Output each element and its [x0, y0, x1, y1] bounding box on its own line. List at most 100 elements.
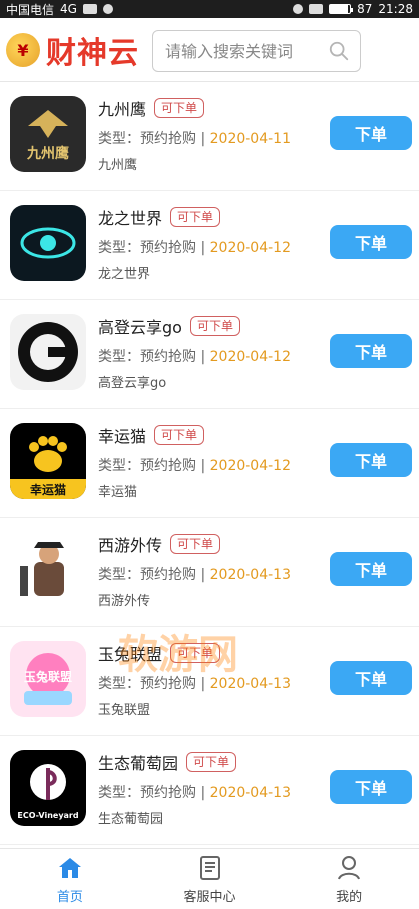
order-button[interactable]: 下单 [330, 334, 412, 368]
item-title: 生态葡萄园 [98, 754, 179, 773]
app-icon-xiyouwaichuan [10, 532, 86, 608]
item-type: 类型：预约抢购 | [98, 131, 206, 147]
item-meta: 类型：预约抢购 | 2020-04-13 [98, 564, 291, 584]
status-left: 中国电信 4G [6, 1, 113, 18]
item-title: 九州鹰 [98, 100, 147, 119]
nav-customer-service[interactable]: 客服中心 [140, 849, 280, 909]
list-item[interactable]: 九州鹰 九州鹰 可下单 类型：预约抢购 | 2020-04-11 九州鹰 下单 [0, 82, 419, 191]
item-subtitle: 高登云享go [98, 376, 167, 391]
order-button[interactable]: 下单 [330, 661, 412, 695]
item-date: 2020-04-13 [209, 785, 291, 801]
nav-mine-label: 我的 [336, 889, 363, 905]
item-subtitle: 玉兔联盟 [98, 703, 151, 718]
app-logo: ¥ 财神云 [6, 28, 139, 72]
nav-home-label: 首页 [56, 889, 83, 905]
title-line: 高登云享go 可下单 [98, 314, 240, 338]
item-type: 类型：预约抢购 | [98, 458, 206, 474]
battery-icon [329, 4, 354, 14]
list-item[interactable]: ECO-Vineyard 生态葡萄园 可下单 类型：预约抢购 | 2020-04… [0, 736, 419, 845]
item-meta: 类型：预约抢购 | 2020-04-12 [98, 455, 291, 475]
item-meta: 类型：预约抢购 | 2020-04-13 [98, 782, 291, 802]
item-meta: 类型：预约抢购 | 2020-04-13 [98, 673, 291, 693]
app-icon-yutulianmeng: 玉兔联盟 [10, 641, 86, 717]
jade-rabbit-icon: 玉兔联盟 [24, 653, 72, 705]
item-type: 类型：预约抢购 | [98, 240, 206, 256]
item-type: 类型：预约抢购 | [98, 349, 206, 365]
nav-profile[interactable]: 我的 [279, 849, 419, 909]
eye-icon [293, 4, 304, 14]
bottom-navigation: 首页 客服中心 我的 [0, 848, 419, 909]
status-badge: 可下单 [170, 207, 221, 227]
bluetooth-icon [309, 4, 324, 14]
item-date: 2020-04-11 [209, 131, 291, 147]
list-item[interactable]: 龙之世界 可下单 类型：预约抢购 | 2020-04-12 龙之世界 下单 [0, 191, 419, 300]
list-item[interactable]: 玉兔联盟 玉兔联盟 可下单 类型：预约抢购 | 2020-04-13 玉兔联盟 … [0, 627, 419, 736]
title-line: 玉兔联盟 可下单 [98, 641, 221, 665]
order-button[interactable]: 下单 [330, 225, 412, 259]
title-line: 生态葡萄园 可下单 [98, 750, 237, 774]
search-input[interactable] [165, 41, 315, 61]
search-icon[interactable] [328, 40, 350, 62]
carrier-name: 中国电信 [6, 2, 55, 17]
status-badge: 可下单 [154, 98, 205, 118]
dragon-eye-icon [20, 227, 76, 259]
title-line: 幸运猫 可下单 [98, 423, 205, 447]
item-title: 高登云享go [98, 318, 182, 337]
product-list: 九州鹰 九州鹰 可下单 类型：预约抢购 | 2020-04-11 九州鹰 下单 … [0, 82, 419, 848]
item-type: 类型：预约抢购 | [98, 785, 206, 801]
item-title: 幸运猫 [98, 427, 147, 446]
eagle-icon: 九州鹰 [26, 110, 69, 162]
logo-mascot-icon: ¥ [6, 33, 40, 67]
item-date: 2020-04-12 [209, 349, 291, 365]
title-line: 西游外传 可下单 [98, 532, 221, 556]
order-button[interactable]: 下单 [330, 443, 412, 477]
app-icon-label: 九州鹰 [26, 145, 69, 162]
logo-text: 财神云 [46, 36, 139, 71]
clock-time: 21:28 [378, 2, 413, 16]
status-badge: 可下单 [186, 752, 237, 772]
item-date: 2020-04-12 [209, 240, 291, 256]
vineyard-logo-icon: ECO-Vineyard [17, 764, 79, 820]
item-type: 类型：预约抢购 | [98, 676, 206, 692]
item-subtitle: 生态葡萄园 [98, 812, 164, 827]
search-box[interactable] [152, 30, 361, 72]
item-type: 类型：预约抢购 | [98, 567, 206, 583]
item-date: 2020-04-13 [209, 567, 291, 583]
app-icon-longzhishijie [10, 205, 86, 281]
app-icon-label: 玉兔联盟 [24, 669, 72, 684]
item-title: 龙之世界 [98, 209, 163, 228]
list-item[interactable]: 西游外传 可下单 类型：预约抢购 | 2020-04-13 西游外传 下单 [0, 518, 419, 627]
item-subtitle: 龙之世界 [98, 267, 151, 282]
item-meta: 类型：预约抢购 | 2020-04-12 [98, 237, 291, 257]
list-item[interactable]: 幸运猫 幸运猫 可下单 类型：预约抢购 | 2020-04-12 幸运猫 下单 [0, 409, 419, 518]
list-item[interactable]: 高登云享go 可下单 类型：预约抢购 | 2020-04-12 高登云享go 下… [0, 300, 419, 409]
nav-service-label: 客服中心 [183, 889, 236, 905]
network-type: 4G [60, 2, 77, 16]
item-title: 玉兔联盟 [98, 645, 163, 664]
status-bar: 中国电信 4G 87 21:28 [0, 0, 419, 18]
order-button[interactable]: 下单 [330, 116, 412, 150]
status-badge: 可下单 [189, 316, 240, 336]
app-icon-label: ECO-Vineyard [17, 811, 78, 820]
item-subtitle: 幸运猫 [98, 485, 138, 500]
nav-home[interactable]: 首页 [0, 849, 140, 909]
title-line: 九州鹰 可下单 [98, 96, 205, 120]
item-subtitle: 西游外传 [98, 594, 151, 609]
order-button[interactable]: 下单 [330, 770, 412, 804]
status-badge: 可下单 [154, 425, 205, 445]
signal-icon [82, 4, 97, 14]
app-icon-xingyunmao: 幸运猫 [10, 423, 86, 499]
app-icon-shengtaiputaoyuan: ECO-Vineyard [10, 750, 86, 826]
item-meta: 类型：预约抢购 | 2020-04-12 [98, 346, 291, 366]
order-button[interactable]: 下单 [330, 552, 412, 586]
app-icon-gaodeng [10, 314, 86, 390]
g-logo-icon [18, 322, 78, 382]
app-icon-label: 幸运猫 [30, 482, 66, 497]
paw-icon: 幸运猫 [10, 436, 86, 499]
user-icon [338, 855, 361, 879]
wifi-icon [102, 4, 113, 14]
title-line: 龙之世界 可下单 [98, 205, 221, 229]
home-icon [58, 857, 81, 878]
item-date: 2020-04-13 [209, 676, 291, 692]
item-title: 西游外传 [98, 536, 163, 555]
